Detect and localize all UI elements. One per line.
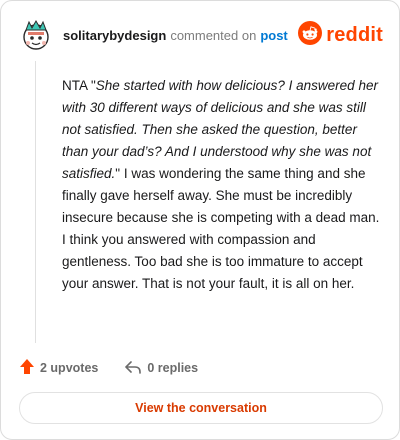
- reddit-logo[interactable]: reddit: [298, 20, 383, 50]
- reddit-logo-icon: [298, 20, 323, 50]
- upvote-arrow-icon: [19, 358, 35, 378]
- reply-arrow-icon: [124, 359, 142, 378]
- thread-line: [35, 61, 36, 343]
- upvote-button[interactable]: 2 upvotes: [19, 358, 98, 378]
- reddit-wordmark: reddit: [326, 23, 383, 46]
- commented-on-text: commented on: [170, 27, 257, 43]
- comment-suffix: " I was wondering the same thing and she…: [62, 166, 380, 291]
- replies-count: 0 replies: [147, 361, 199, 375]
- username-link[interactable]: solitarybydesign: [63, 28, 166, 43]
- upvotes-count: 2 upvotes: [40, 361, 99, 375]
- comment-prefix: NTA ": [62, 78, 96, 93]
- comment-actions: 2 upvotes 0 replies: [19, 357, 198, 379]
- post-link[interactable]: post: [260, 28, 287, 43]
- view-conversation-button[interactable]: View the conversation: [19, 392, 383, 424]
- snoo-avatar-icon[interactable]: [19, 18, 53, 52]
- comment-header: solitarybydesign commented on post reddi…: [19, 17, 383, 53]
- reply-button[interactable]: 0 replies: [124, 359, 198, 378]
- comment-meta: solitarybydesign commented on post: [63, 28, 288, 43]
- comment-text: NTA "She started with how delicious? I a…: [62, 75, 380, 295]
- comment-embed-card: solitarybydesign commented on post reddi…: [0, 0, 400, 440]
